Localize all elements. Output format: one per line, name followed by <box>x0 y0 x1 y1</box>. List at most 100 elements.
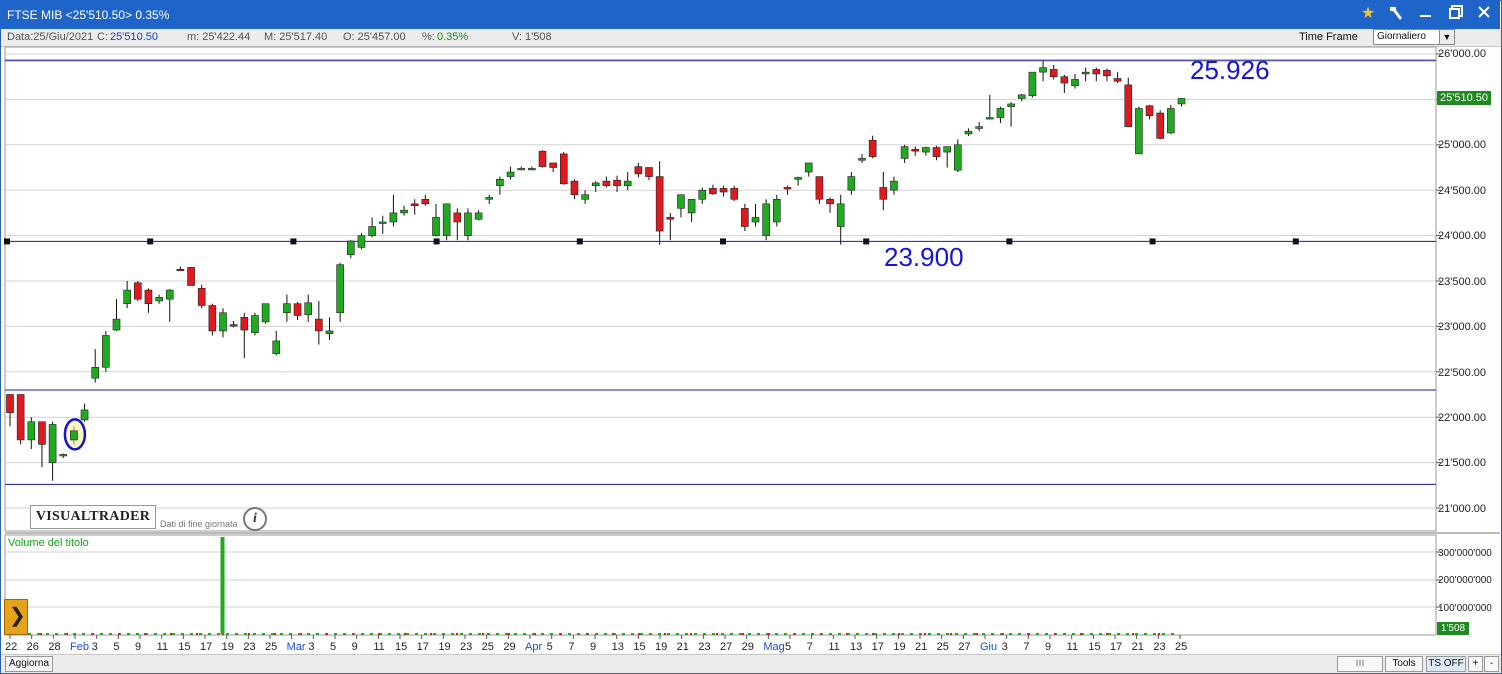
bottom-bar: Aggiorna Tools TS OFF + - <box>1 654 1501 673</box>
date-axis-label: 3 <box>308 641 315 653</box>
candle-body <box>1071 79 1079 87</box>
candle-body <box>1092 69 1101 75</box>
candle-body <box>187 267 195 286</box>
candle-body <box>1135 108 1143 155</box>
line-handle <box>290 238 297 245</box>
candle-body <box>123 289 131 304</box>
candle-body <box>251 315 259 334</box>
candle-body <box>964 130 973 135</box>
candle-body <box>570 180 579 196</box>
candle-body <box>1113 78 1122 82</box>
date-axis-label: 29 <box>741 641 754 653</box>
candle-body <box>1145 105 1154 117</box>
candle-body <box>719 188 728 193</box>
expand-panel-button[interactable]: ❯ <box>4 599 28 635</box>
date-axis-label: Giu <box>980 641 998 653</box>
date-axis-label: Feb <box>70 641 89 653</box>
date-axis-label: 27 <box>958 641 971 653</box>
price-axis-label: 22'500.00 <box>1438 367 1486 379</box>
zoom-in-button[interactable]: + <box>1468 656 1483 672</box>
candle-body <box>687 198 696 214</box>
candle-body <box>634 166 643 175</box>
candle-body <box>836 203 845 227</box>
candle-body <box>464 212 472 236</box>
date-axis-label: 19 <box>655 641 668 653</box>
date-axis-label: Mar <box>286 641 306 653</box>
candle-body <box>645 167 653 177</box>
line-handle <box>1149 238 1156 245</box>
candle-body <box>762 203 770 236</box>
candle-body <box>549 162 557 168</box>
aggiorna-button[interactable]: Aggiorna <box>5 656 53 672</box>
date-axis-label: 19 <box>438 641 451 653</box>
candle-body <box>421 198 430 205</box>
date-axis-label: 19 <box>221 641 234 653</box>
date-axis-label: 26 <box>26 641 39 653</box>
candle-body <box>741 208 749 227</box>
line-handle <box>1006 238 1013 245</box>
candle-body <box>858 158 866 161</box>
candle-body <box>954 144 962 171</box>
line-handle <box>863 238 870 245</box>
candle-body <box>538 150 547 167</box>
date-axis-label: 3 <box>1001 641 1008 653</box>
candle-body <box>1028 71 1037 97</box>
candle-body <box>27 421 36 441</box>
candle-body <box>229 324 238 327</box>
line-handle <box>720 238 726 245</box>
candle-body <box>826 198 834 205</box>
price-axis-label: 21'500.00 <box>1438 457 1486 469</box>
candle-body <box>581 194 589 200</box>
candle-body <box>1007 103 1015 107</box>
candle-body <box>272 340 281 354</box>
candle-body <box>1103 70 1111 77</box>
candle-body <box>378 221 387 224</box>
candle-body <box>804 162 813 173</box>
candle-body <box>240 317 249 331</box>
candle-body <box>293 303 302 316</box>
candle-body <box>794 177 802 180</box>
candle-body <box>783 187 792 190</box>
candle-body <box>102 335 110 368</box>
candle-body <box>6 394 14 413</box>
zoom-out-button[interactable]: - <box>1484 656 1499 672</box>
candle-body <box>751 217 760 223</box>
date-axis-label: 23 <box>460 641 473 653</box>
candle-body <box>847 176 856 191</box>
annotation-high: 25.926 <box>1190 55 1270 85</box>
date-axis-label: 21 <box>1131 641 1144 653</box>
price-panel <box>4 46 1437 532</box>
volume-panel-label: Volume del titolo <box>8 537 89 549</box>
ts-off-button[interactable]: TS OFF <box>1426 656 1466 672</box>
volume-spike <box>220 537 225 634</box>
candle-body <box>666 217 675 220</box>
candle-body <box>315 318 323 332</box>
price-axis-label: 23'000.00 <box>1438 321 1486 333</box>
candle-body <box>506 171 515 177</box>
candle-body <box>698 189 707 200</box>
candle-body <box>304 302 313 315</box>
candle-body <box>389 212 398 223</box>
candle-body <box>922 147 930 153</box>
price-axis-label: 24'500.00 <box>1438 185 1486 197</box>
volume-panel <box>4 534 1437 636</box>
candle-body <box>559 153 568 185</box>
date-axis-label: 25 <box>265 641 278 653</box>
candle-body <box>1124 84 1133 127</box>
candle-body <box>517 168 526 171</box>
scroll-thumb[interactable] <box>1337 656 1383 672</box>
date-axis-label: 17 <box>1110 641 1123 653</box>
tools-button[interactable]: Tools <box>1385 656 1423 672</box>
candle-body <box>91 366 99 379</box>
price-chart[interactable] <box>0 0 1502 674</box>
candle-body <box>985 117 994 120</box>
candle-body <box>709 188 717 195</box>
candle-body <box>975 126 983 129</box>
date-axis-label: 15 <box>395 641 408 653</box>
price-axis-label: 25'000.00 <box>1438 139 1486 151</box>
candle-body <box>325 330 334 334</box>
line-handle <box>576 238 583 245</box>
volume-axis-label: 200'000'000 <box>1438 575 1492 586</box>
info-icon[interactable]: i <box>243 507 267 531</box>
date-axis-label: 7 <box>568 641 575 653</box>
